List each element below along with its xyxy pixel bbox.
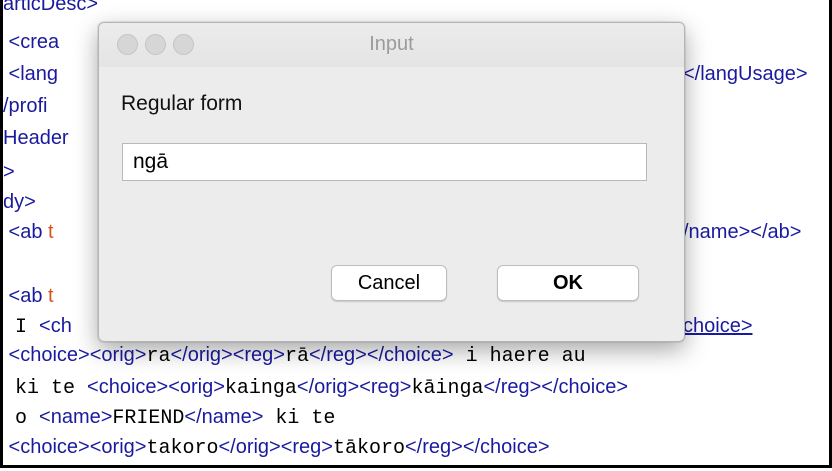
code-line: Header [3,124,69,152]
code-token: FRIEND [112,407,185,430]
code-token: articDesc> [3,0,99,15]
code-line: <ab t [3,218,54,246]
code-token: </reg></choice> [309,344,454,366]
code-line-tail: choice> [683,315,753,337]
code-line: /profi [3,92,47,120]
code-token: <choice><orig> [3,344,147,366]
code-line: <lang [3,60,59,88]
code-line: > [3,158,15,186]
code-token: > [3,161,15,183]
dialog-titlebar[interactable]: Input [99,23,684,67]
code-token: o [3,407,40,430]
code-line-tail: </langUsage> [683,63,808,85]
code-line: <ab t [3,282,54,310]
code-line: I <ch [3,312,72,342]
code-line: articDesc> [3,0,98,18]
code-token: <lang [3,63,59,85]
code-token: <ab [3,221,49,243]
code-line: <choice><orig>ra</orig><reg>rā</reg></ch… [3,341,586,371]
code-token: ki te [3,377,88,400]
code-token: <crea [3,31,60,53]
code-token: </orig><reg> [170,344,285,366]
input-dialog: Input Regular form ngā Cancel OK [98,22,685,342]
code-token: tākoro [332,437,405,460]
code-token: </reg></choice> [405,436,550,458]
code-line-tail: /name></ab> [683,221,802,243]
code-token: Header [3,127,69,149]
code-token: I [3,316,40,339]
code-token: <choice><orig> [3,436,147,458]
code-line: <crea [3,28,60,56]
code-token: <choice><orig> [87,376,225,398]
code-token: t [48,221,54,243]
code-token: <ch [39,315,72,337]
window-frame: articDesc> <crea <lang </langUsage> /profi… [0,0,832,468]
code-token: <name> [39,406,113,428]
code-line: ki te <choice><orig>kainga</orig><reg>kā… [3,373,628,403]
code-line: o <name>FRIEND</name> ki te [3,403,335,433]
code-token: dy> [3,191,36,213]
code-token: </name> [184,406,264,428]
code-token: </orig><reg> [218,436,333,458]
code-token: kainga [224,377,297,400]
regular-form-input[interactable]: ngā [122,143,647,181]
code-token: ra [146,345,171,368]
dialog-title: Input [369,33,414,55]
field-label: Regular form [121,92,243,115]
code-token: i haere au [453,345,586,368]
code-token: <ab [3,285,49,307]
code-token: </orig><reg> [296,376,412,398]
code-token: rā [284,345,309,368]
code-line: dy> [3,188,36,216]
code-token: t [48,285,54,307]
cancel-button[interactable]: Cancel [331,265,447,301]
code-line: <choice><orig>takoro</orig><reg>tākoro</… [3,433,550,463]
ok-button[interactable]: OK [497,265,639,301]
code-token: takoro [146,437,219,460]
code-token: /profi [3,95,48,117]
code-token: </reg></choice> [483,376,629,398]
code-token: ki te [263,407,336,430]
code-token: kāinga [411,377,484,400]
